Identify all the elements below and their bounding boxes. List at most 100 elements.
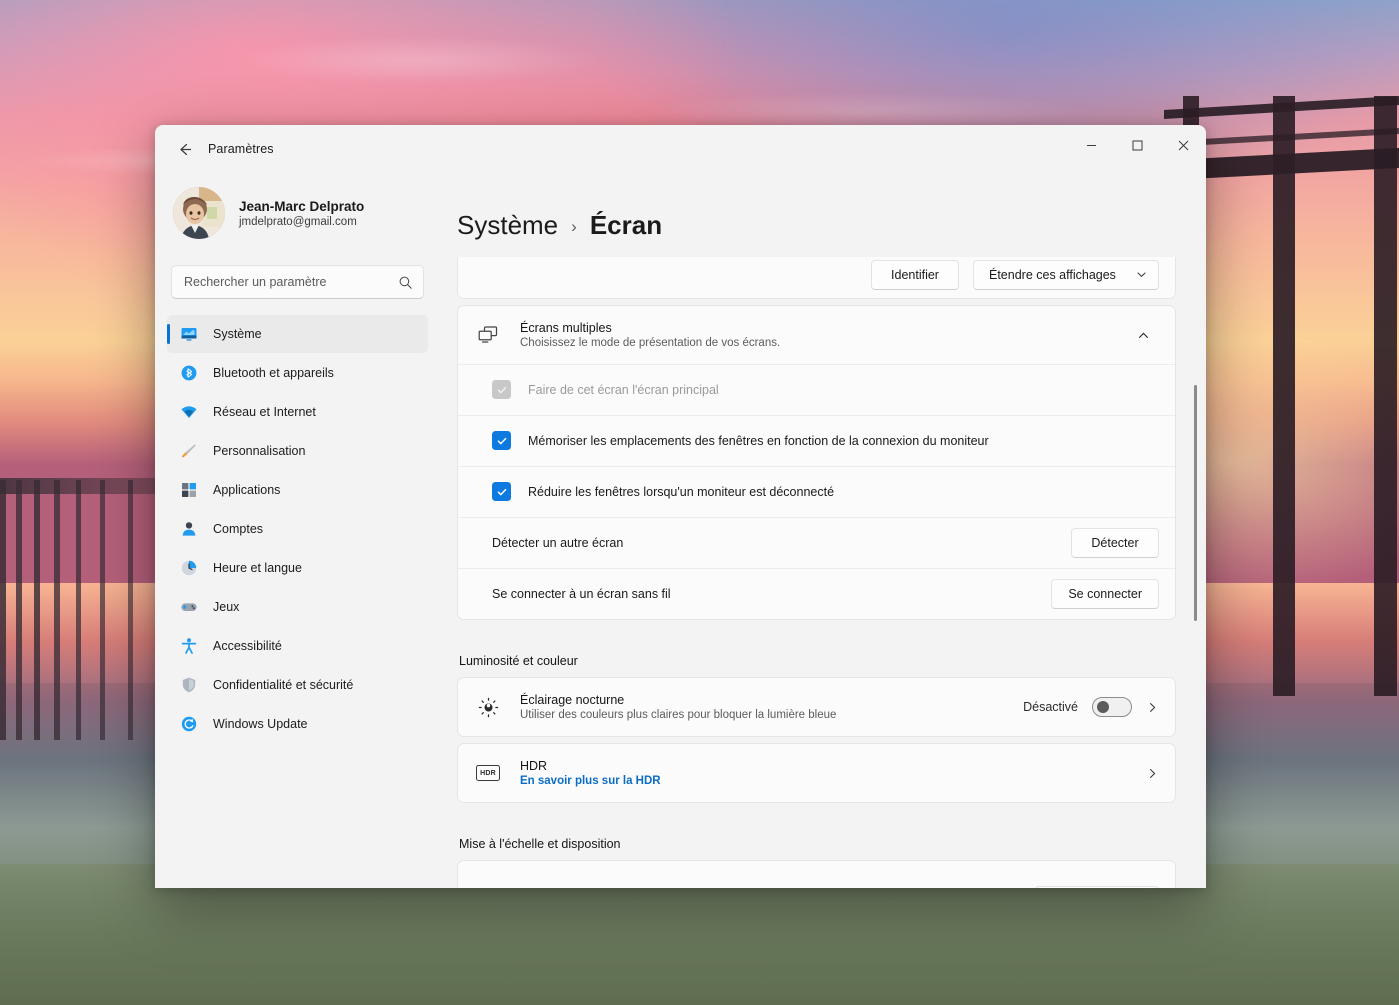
- hdr-learn-more-link[interactable]: En savoir plus sur la HDR: [520, 775, 1132, 787]
- sidebar-item-accessibilite[interactable]: Accessibilité: [167, 627, 428, 665]
- sidebar-item-comptes[interactable]: Comptes: [167, 510, 428, 548]
- chevron-up-icon: [1138, 332, 1148, 338]
- sidebar-nav: Système Bluetooth et appareils Réseau et…: [165, 315, 430, 743]
- close-button[interactable]: [1160, 125, 1206, 165]
- sidebar-item-systeme[interactable]: Système: [167, 315, 428, 353]
- scale-card-peek[interactable]: Mise à l'échelle: [457, 860, 1176, 888]
- checkbox-row-minimize-windows[interactable]: Réduire les fenêtres lorsqu'un moniteur …: [458, 466, 1175, 517]
- checkbox-label: Réduire les fenêtres lorsqu'un moniteur …: [528, 484, 835, 499]
- sidebar-item-label: Confidentialité et sécurité: [213, 678, 354, 692]
- window-titlebar: Paramètres: [155, 125, 1206, 173]
- multiple-displays-subtitle: Choisissez le mode de présentation de vo…: [520, 337, 781, 349]
- sidebar-item-confidentialite-et-securite[interactable]: Confidentialité et sécurité: [167, 666, 428, 704]
- avatar: [173, 187, 225, 239]
- close-icon: [1178, 140, 1188, 150]
- night-light-right: Désactivé: [1023, 697, 1159, 717]
- multiple-displays-header[interactable]: Écrans multiples Choisissez le mode de p…: [458, 306, 1175, 364]
- detect-button[interactable]: Détecter: [1071, 527, 1159, 558]
- hdr-chevron[interactable]: [1146, 767, 1159, 780]
- clock-icon: [179, 558, 199, 578]
- page-title: Écran: [589, 210, 663, 240]
- sidebar-item-windows-update[interactable]: Windows Update: [167, 705, 428, 743]
- checkbox-remember-window-locations[interactable]: [492, 431, 511, 450]
- checkbox-row-remember-window-locations[interactable]: Mémoriser les emplacements des fenêtres …: [458, 415, 1175, 466]
- account-text: Jean-Marc Delprato jmdelprato@gmail.com: [239, 199, 364, 228]
- desktop-wallpaper: Paramètres Jean-Marc Delprato jmdelprato…: [0, 0, 1399, 1005]
- display-arrangement-card: Identifier Étendre ces affichages: [457, 257, 1176, 299]
- chevron-down-icon: [1137, 272, 1146, 277]
- minimize-button[interactable]: [1068, 125, 1114, 165]
- sidebar-item-bluetooth-et-appareils[interactable]: Bluetooth et appareils: [167, 354, 428, 392]
- display-mode-value: Étendre ces affichages: [989, 267, 1116, 282]
- sidebar-item-personnalisation[interactable]: Personnalisation: [167, 432, 428, 470]
- sidebar-item-label: Heure et langue: [213, 561, 302, 575]
- search-input[interactable]: [184, 275, 398, 289]
- sidebar-item-label: Système: [213, 327, 262, 341]
- breadcrumb: Système › Écran: [457, 173, 1206, 257]
- multiple-displays-text: Écrans multiples Choisissez le mode de p…: [520, 321, 1113, 349]
- sidebar-item-applications[interactable]: Applications: [167, 471, 428, 509]
- night-light-chevron[interactable]: [1146, 701, 1159, 714]
- night-light-row[interactable]: Éclairage nocturne Utiliser des couleurs…: [458, 678, 1175, 736]
- maximize-button[interactable]: [1114, 125, 1160, 165]
- toggle-knob: [1097, 701, 1109, 713]
- sidebar-item-jeux[interactable]: Jeux: [167, 588, 428, 626]
- night-light-card: Éclairage nocturne Utiliser des couleurs…: [457, 677, 1176, 737]
- account-block[interactable]: Jean-Marc Delprato jmdelprato@gmail.com: [165, 173, 430, 243]
- multiple-screens-icon: [474, 325, 502, 345]
- sidebar-item-label: Bluetooth et appareils: [213, 366, 334, 380]
- checkbox-label: Mémoriser les emplacements des fenêtres …: [528, 433, 989, 448]
- night-light-toggle[interactable]: [1092, 697, 1132, 717]
- back-arrow-icon: [179, 143, 191, 155]
- brightness-sun-icon: [474, 697, 502, 718]
- sidebar-item-reseau-et-internet[interactable]: Réseau et Internet: [167, 393, 428, 431]
- update-icon: [179, 714, 199, 734]
- user-avatar-photo: [173, 187, 225, 239]
- hdr-card: HDR HDR En savoir plus sur la HDR: [457, 743, 1176, 803]
- chevron-right-icon: [1150, 768, 1156, 778]
- hdr-badge-label: HDR: [476, 765, 500, 781]
- sidebar-item-label: Comptes: [213, 522, 264, 536]
- checkbox-main-display: [492, 380, 511, 399]
- sidebar-item-heure-et-langue[interactable]: Heure et langue: [167, 549, 428, 587]
- sidebar-item-label: Applications: [213, 483, 281, 497]
- accessibility-icon: [179, 636, 199, 656]
- checkbox-row-main-display: Faire de cet écran l'écran principal: [458, 364, 1175, 415]
- account-email: jmdelprato@gmail.com: [239, 215, 357, 228]
- window-title: Paramètres: [208, 142, 274, 156]
- sidebar-item-label: Windows Update: [213, 717, 308, 731]
- connect-button[interactable]: Se connecter: [1051, 578, 1159, 609]
- multiple-displays-expander[interactable]: [1127, 319, 1159, 351]
- settings-scroll-area: Identifier Étendre ces affichages Écrans…: [457, 257, 1206, 888]
- apps-grid-icon: [179, 480, 199, 500]
- wifi-icon: [179, 402, 199, 422]
- brightness-section-heading: Luminosité et couleur: [459, 654, 578, 668]
- checkbox-minimize-windows[interactable]: [492, 482, 511, 501]
- chevron-right-icon: [1150, 702, 1156, 712]
- hdr-row[interactable]: HDR HDR En savoir plus sur la HDR: [458, 744, 1175, 802]
- multiple-displays-card: Écrans multiples Choisissez le mode de p…: [457, 305, 1176, 620]
- breadcrumb-separator-icon: ›: [571, 217, 577, 236]
- maximize-icon: [1132, 140, 1142, 150]
- monitor-icon: [179, 324, 199, 344]
- display-mode-dropdown[interactable]: Étendre ces affichages: [973, 259, 1159, 290]
- scale-section-heading: Mise à l'échelle et disposition: [459, 837, 621, 851]
- window-body: Jean-Marc Delprato jmdelprato@gmail.com: [155, 173, 1206, 888]
- hdr-badge-icon: HDR: [474, 765, 502, 781]
- scale-peek-control[interactable]: [1035, 886, 1159, 888]
- content-scrollbar[interactable]: [1194, 385, 1197, 621]
- checkbox-label: Faire de cet écran l'écran principal: [528, 382, 719, 397]
- detect-display-row: Détecter un autre écran Détecter: [458, 517, 1175, 568]
- back-button[interactable]: [166, 133, 202, 165]
- search-icon: [399, 276, 412, 289]
- wireless-display-row: Se connecter à un écran sans fil Se conn…: [458, 568, 1175, 619]
- breadcrumb-parent[interactable]: Système: [457, 210, 558, 241]
- search-box[interactable]: [171, 265, 424, 299]
- sidebar-item-label: Jeux: [213, 600, 240, 614]
- night-light-state-label: Désactivé: [1023, 700, 1078, 714]
- identify-button[interactable]: Identifier: [871, 259, 959, 290]
- hdr-right: [1146, 767, 1159, 780]
- wireless-display-label: Se connecter à un écran sans fil: [492, 586, 671, 601]
- settings-window: Paramètres Jean-Marc Delprato jmdelprato…: [155, 125, 1206, 888]
- check-icon: [497, 437, 506, 444]
